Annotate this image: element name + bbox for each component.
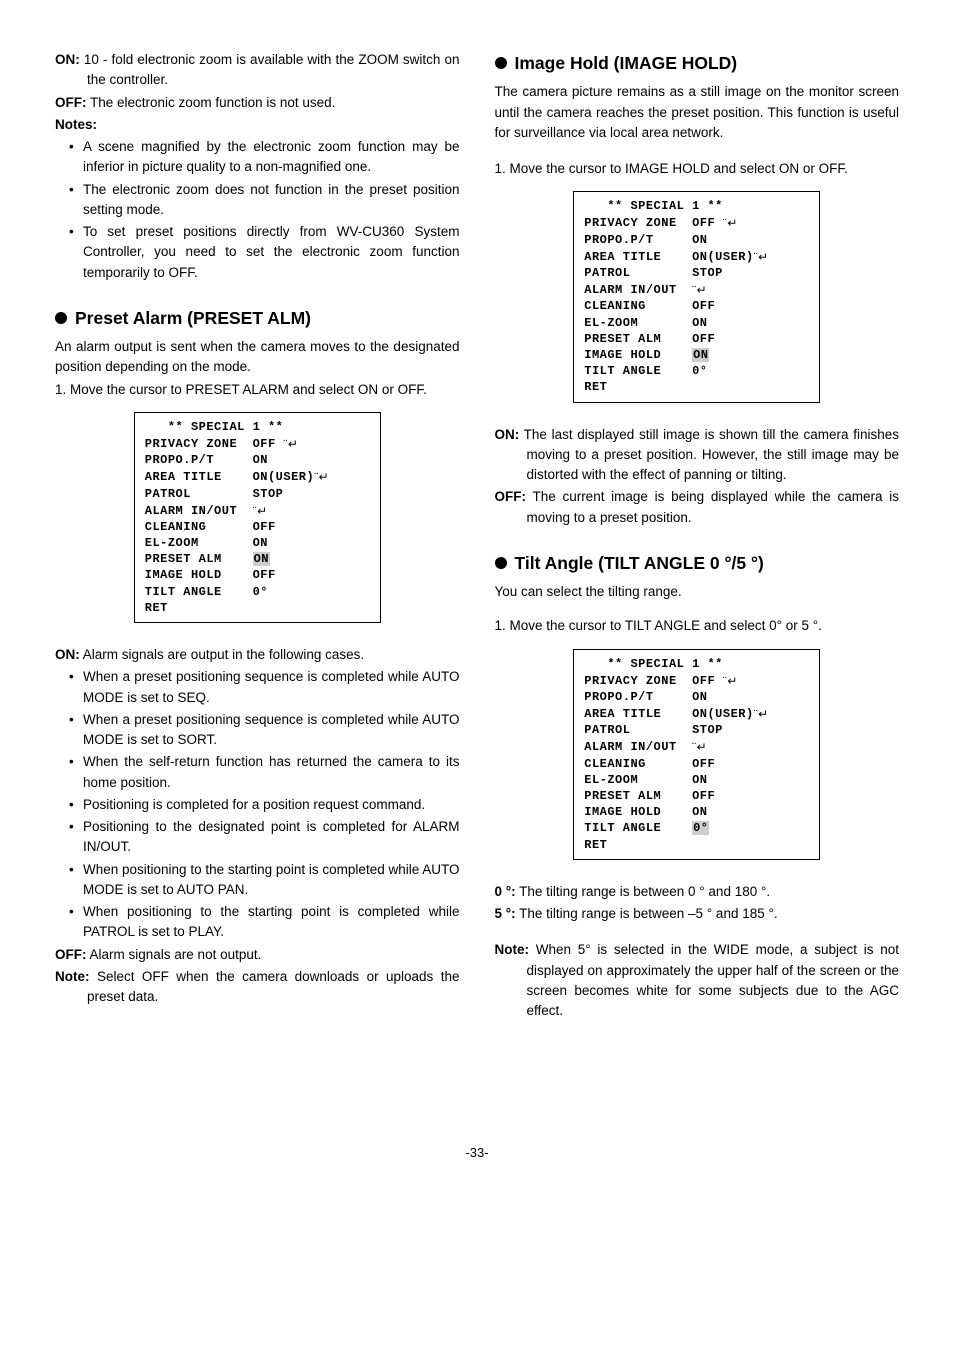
tilt-intro: You can select the tilting range.	[495, 582, 900, 602]
list-item: Positioning is completed for a position …	[69, 795, 460, 815]
tilt-step-1: 1. Move the cursor to TILT ANGLE and sel…	[495, 616, 900, 636]
five-label: 5 °:	[495, 906, 516, 921]
tilt-5-desc: 5 °: The tilting range is between –5 ° a…	[495, 904, 900, 924]
note-label: Note:	[55, 969, 90, 984]
arrow-icon: ¨↵	[283, 437, 298, 451]
on-label: ON:	[55, 647, 80, 662]
menu-highlight: ON	[692, 348, 709, 362]
list-item: Positioning to the designated point is c…	[69, 817, 460, 858]
notes-heading: Notes:	[55, 115, 460, 135]
tilt-note: Note: When 5° is selected in the WIDE mo…	[495, 940, 900, 1021]
list-item: When the self-return function has return…	[69, 752, 460, 793]
imagehold-on-desc: ON: The last displayed still image is sh…	[495, 425, 900, 486]
image-hold-step-1: 1. Move the cursor to IMAGE HOLD and sel…	[495, 159, 900, 179]
on-label: ON:	[495, 427, 520, 442]
list-item: When a preset positioning sequence is co…	[69, 667, 460, 708]
bullet-icon	[495, 57, 507, 69]
elzoom-notes-list: A scene magnified by the electronic zoom…	[55, 137, 460, 283]
arrow-icon: ¨↵	[723, 216, 738, 230]
preset-note: Note: Select OFF when the camera downloa…	[55, 967, 460, 1008]
arrow-icon: ¨↵	[253, 504, 268, 518]
special-menu-imagehold: ** SPECIAL 1 ** PRIVACY ZONE OFF ¨↵ PROP…	[573, 191, 820, 402]
list-item: When positioning to the starting point i…	[69, 902, 460, 943]
preset-intro: An alarm output is sent when the camera …	[55, 337, 460, 378]
arrow-icon: ¨↵	[754, 707, 769, 721]
list-item: To set preset positions directly from WV…	[69, 222, 460, 283]
off-label: OFF:	[55, 947, 87, 962]
image-hold-intro: The camera picture remains as a still im…	[495, 82, 900, 143]
bullet-icon	[495, 557, 507, 569]
special-menu-preset: ** SPECIAL 1 ** PRIVACY ZONE OFF ¨↵ PROP…	[134, 412, 381, 623]
menu-highlight: ON	[253, 552, 270, 566]
list-item: The electronic zoom does not function in…	[69, 180, 460, 221]
note-label: Note:	[495, 942, 530, 957]
preset-off-desc: OFF: Alarm signals are not output.	[55, 945, 460, 965]
bullet-icon	[55, 312, 67, 324]
arrow-icon: ¨↵	[723, 674, 738, 688]
preset-step-1: 1. Move the cursor to PRESET ALARM and s…	[55, 380, 460, 400]
elzoom-off-desc: OFF: The electronic zoom function is not…	[55, 93, 460, 113]
zero-label: 0 °:	[495, 884, 516, 899]
imagehold-off-desc: OFF: The current image is being displaye…	[495, 487, 900, 528]
off-label: OFF:	[55, 95, 87, 110]
list-item: When positioning to the starting point i…	[69, 860, 460, 901]
image-hold-heading: Image Hold (IMAGE HOLD)	[495, 50, 900, 76]
preset-on-desc: ON: Alarm signals are output in the foll…	[55, 645, 460, 665]
special-menu-tilt: ** SPECIAL 1 ** PRIVACY ZONE OFF ¨↵ PROP…	[573, 649, 820, 860]
preset-alarm-heading: Preset Alarm (PRESET ALM)	[55, 305, 460, 331]
tilt-0-desc: 0 °: The tilting range is between 0 ° an…	[495, 882, 900, 902]
preset-cases-list: When a preset positioning sequence is co…	[55, 667, 460, 942]
arrow-icon: ¨↵	[754, 250, 769, 264]
elzoom-on-desc: ON: 10 - fold electronic zoom is availab…	[55, 50, 460, 91]
arrow-icon: ¨↵	[692, 740, 707, 754]
on-label: ON:	[55, 52, 80, 67]
menu-highlight: 0°	[692, 821, 709, 835]
list-item: A scene magnified by the electronic zoom…	[69, 137, 460, 178]
list-item: When a preset positioning sequence is co…	[69, 710, 460, 751]
page-number: -33-	[55, 1143, 899, 1163]
off-label: OFF:	[495, 489, 527, 504]
tilt-angle-heading: Tilt Angle (TILT ANGLE 0 °/5 °)	[495, 550, 900, 576]
arrow-icon: ¨↵	[692, 283, 707, 297]
arrow-icon: ¨↵	[314, 470, 329, 484]
